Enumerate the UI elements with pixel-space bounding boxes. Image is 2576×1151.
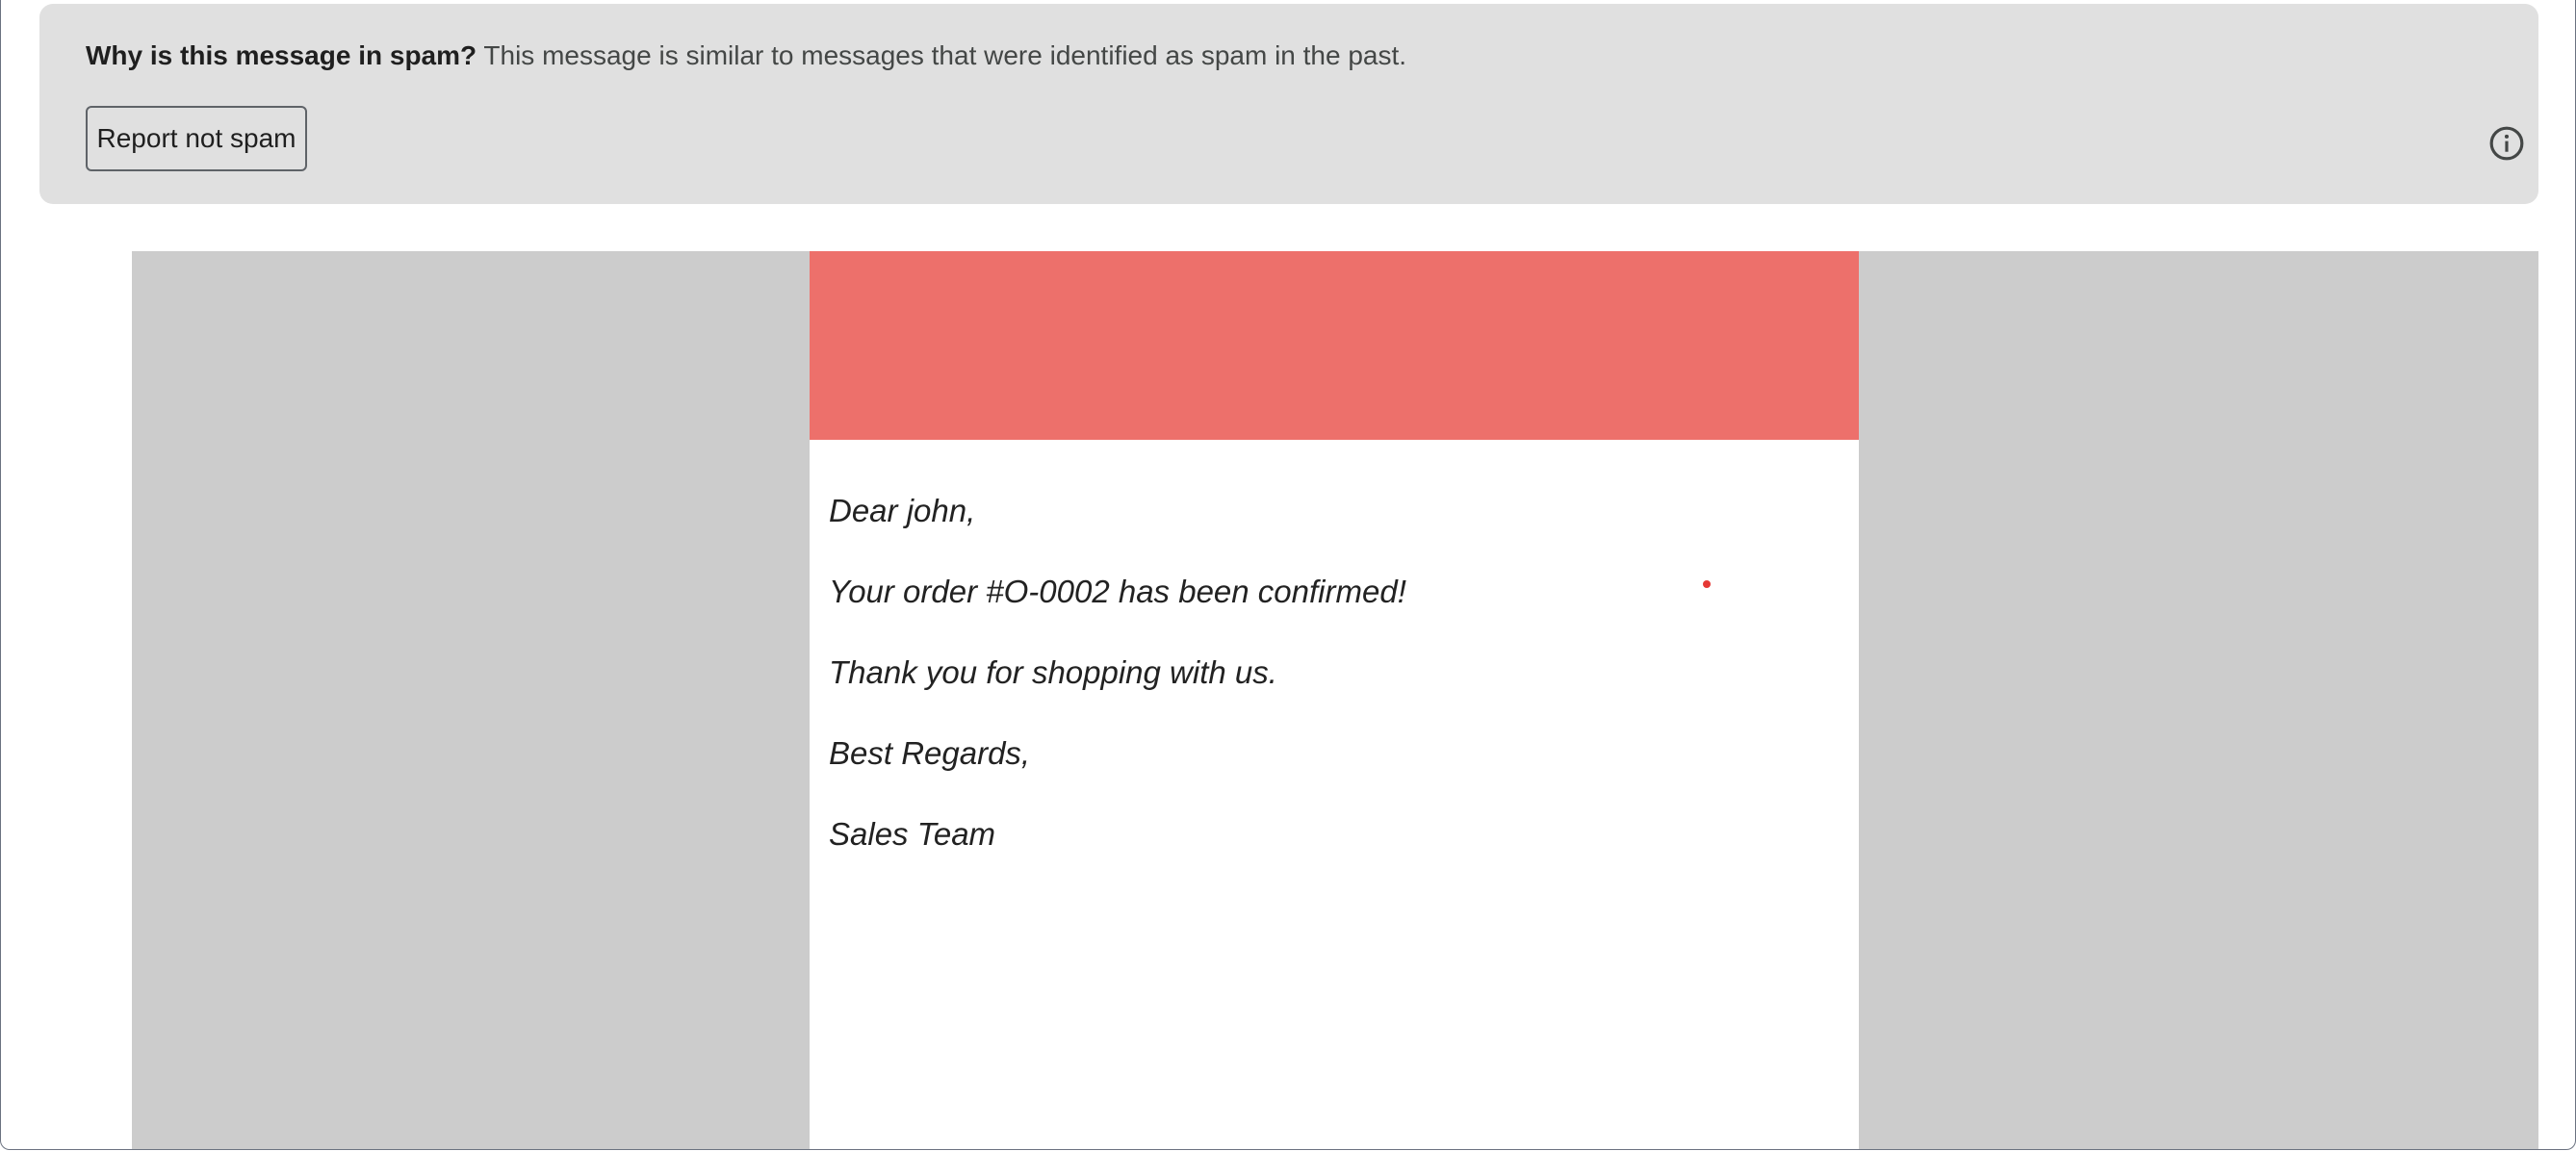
cursor-dot — [1703, 580, 1711, 588]
email-thank-you: Thank you for shopping with us. — [829, 654, 1277, 690]
report-not-spam-button[interactable]: Report not spam — [86, 106, 307, 171]
message-pane: Why is this message in spam? This messag… — [0, 0, 2576, 1150]
email-order-confirmation: Your order #O-0002 has been confirmed! — [829, 574, 1406, 609]
spam-reason-text: Why is this message in spam? This messag… — [86, 40, 1406, 71]
spam-question: Why is this message in spam? — [86, 40, 477, 70]
email-header-banner — [810, 251, 1859, 440]
email-sign-off: Best Regards, — [829, 735, 1031, 771]
email-body: Dear john, Your order #O-0002 has been c… — [829, 492, 1406, 896]
spam-explanation: This message is similar to messages that… — [477, 40, 1407, 70]
spam-warning-banner: Why is this message in spam? This messag… — [39, 4, 2538, 204]
email-content-area: Dear john, Your order #O-0002 has been c… — [132, 251, 2538, 1149]
email-card: Dear john, Your order #O-0002 has been c… — [810, 251, 1859, 1149]
email-signature: Sales Team — [829, 816, 996, 852]
email-greeting: Dear john, — [829, 493, 976, 528]
info-icon[interactable] — [2488, 125, 2525, 162]
